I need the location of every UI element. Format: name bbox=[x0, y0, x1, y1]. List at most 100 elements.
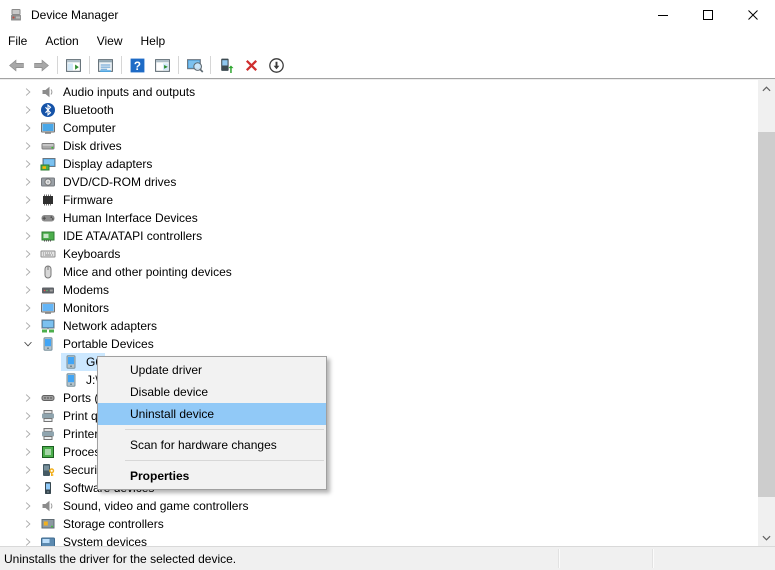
chevron-right-icon[interactable] bbox=[23, 192, 33, 208]
tree-item-content[interactable]: Portable Devices bbox=[38, 335, 157, 353]
tree-item-display-adapters[interactable]: Display adapters bbox=[0, 155, 775, 173]
tree-item-content[interactable]: Mice and other pointing devices bbox=[38, 263, 235, 281]
tree-item-content[interactable]: Storage controllers bbox=[38, 515, 167, 533]
scan-hardware-button[interactable] bbox=[182, 54, 207, 77]
tree-item-content[interactable]: Firmware bbox=[38, 191, 116, 209]
forward-button[interactable] bbox=[29, 54, 54, 77]
chevron-right-icon[interactable] bbox=[23, 480, 33, 496]
tree-item-human-interface-devices[interactable]: Human Interface Devices bbox=[0, 209, 775, 227]
chevron-right-icon[interactable] bbox=[23, 246, 33, 262]
context-menu-item-scan-for-hardware-changes[interactable]: Scan for hardware changes bbox=[98, 434, 326, 456]
tree-item-network-adapters[interactable]: Network adapters bbox=[0, 317, 775, 335]
scrollbar-down-button[interactable] bbox=[758, 529, 775, 546]
keyboard-icon bbox=[40, 246, 56, 262]
context-menu-item-update-driver[interactable]: Update driver bbox=[98, 359, 326, 381]
tree-item-content[interactable]: Ports ( bbox=[38, 389, 101, 407]
action-pane-button[interactable] bbox=[150, 54, 175, 77]
menu-help[interactable]: Help bbox=[132, 31, 175, 51]
chevron-right-icon[interactable] bbox=[23, 426, 33, 442]
tree-item-content[interactable]: Audio inputs and outputs bbox=[38, 83, 198, 101]
chevron-right-icon[interactable] bbox=[23, 444, 33, 460]
chevron-slot-empty bbox=[46, 372, 56, 388]
chevron-right-icon[interactable] bbox=[23, 318, 33, 334]
chevron-right-icon[interactable] bbox=[23, 498, 33, 514]
chevron-right-icon[interactable] bbox=[23, 102, 33, 118]
tree-item-sound-video-and-game-controllers[interactable]: Sound, video and game controllers bbox=[0, 497, 775, 515]
tree-item-content[interactable]: Printer bbox=[38, 425, 101, 443]
chevron-right-icon[interactable] bbox=[23, 174, 33, 190]
tree-item-content[interactable]: Modems bbox=[38, 281, 112, 299]
tree-item-mice-and-other-pointing-devices[interactable]: Mice and other pointing devices bbox=[0, 263, 775, 281]
tree-item-storage-controllers[interactable]: Storage controllers bbox=[0, 515, 775, 533]
update-driver-button[interactable] bbox=[214, 54, 239, 77]
chevron-down-icon[interactable] bbox=[23, 336, 33, 352]
tree-item-content[interactable]: Securit bbox=[38, 461, 103, 479]
tree-item-content[interactable]: Monitors bbox=[38, 299, 112, 317]
tree-item-content[interactable]: Print q bbox=[38, 407, 101, 425]
tree-item-content[interactable]: Bluetooth bbox=[38, 101, 117, 119]
disable-device-button[interactable] bbox=[264, 54, 289, 77]
tree-item-monitors[interactable]: Monitors bbox=[0, 299, 775, 317]
chevron-right-icon[interactable] bbox=[23, 120, 33, 136]
properties-button[interactable] bbox=[93, 54, 118, 77]
tree-item-disk-drives[interactable]: Disk drives bbox=[0, 137, 775, 155]
tree-item-ide-ata-atapi-controllers[interactable]: IDE ATA/ATAPI controllers bbox=[0, 227, 775, 245]
chevron-right-icon[interactable] bbox=[23, 84, 33, 100]
minimize-button[interactable] bbox=[640, 0, 685, 30]
tree-item-content[interactable]: Disk drives bbox=[38, 137, 125, 155]
close-button[interactable] bbox=[730, 0, 775, 30]
back-button[interactable] bbox=[4, 54, 29, 77]
tree-item-firmware[interactable]: Firmware bbox=[0, 191, 775, 209]
tree-item-bluetooth[interactable]: Bluetooth bbox=[0, 101, 775, 119]
help-button[interactable]: ? bbox=[125, 54, 150, 77]
show-console-tree-button[interactable] bbox=[61, 54, 86, 77]
tree-item-dvd-cd-rom-drives[interactable]: DVD/CD-ROM drives bbox=[0, 173, 775, 191]
tree-item-audio-inputs-and-outputs[interactable]: Audio inputs and outputs bbox=[0, 83, 775, 101]
scrollbar-thumb[interactable] bbox=[758, 132, 775, 497]
tree-item-content[interactable]: Keyboards bbox=[38, 245, 123, 263]
chevron-right-icon[interactable] bbox=[23, 228, 33, 244]
chevron-right-icon[interactable] bbox=[23, 300, 33, 316]
tree-item-portable-devices[interactable]: Portable Devices bbox=[0, 335, 775, 353]
tree-item-label: Sound, video and game controllers bbox=[63, 497, 248, 515]
tree-item-content[interactable]: System devices bbox=[38, 533, 150, 546]
tree-item-system-devices[interactable]: System devices bbox=[0, 533, 775, 546]
chevron-right-icon[interactable] bbox=[23, 264, 33, 280]
tree-item-content[interactable]: Proces bbox=[38, 443, 103, 461]
tree-item-content[interactable]: J:\ bbox=[61, 371, 102, 389]
chevron-right-icon[interactable] bbox=[23, 282, 33, 298]
chevron-right-icon[interactable] bbox=[23, 534, 33, 546]
menu-file[interactable]: File bbox=[0, 31, 36, 51]
tree-item-content[interactable]: Display adapters bbox=[38, 155, 155, 173]
chevron-right-icon[interactable] bbox=[23, 516, 33, 532]
tree-item-content[interactable]: Computer bbox=[38, 119, 119, 137]
chevron-right-icon[interactable] bbox=[23, 156, 33, 172]
scrollbar-up-button[interactable] bbox=[758, 80, 775, 97]
tree-item-content[interactable]: Human Interface Devices bbox=[38, 209, 201, 227]
tree-item-content[interactable]: Network adapters bbox=[38, 317, 160, 335]
menu-action[interactable]: Action bbox=[36, 31, 87, 51]
chevron-right-icon[interactable] bbox=[23, 138, 33, 154]
uninstall-device-button[interactable] bbox=[239, 54, 264, 77]
chevron-right-icon[interactable] bbox=[23, 408, 33, 424]
context-menu-item-uninstall-device[interactable]: Uninstall device bbox=[98, 403, 326, 425]
printer-icon bbox=[40, 426, 56, 442]
tree-item-content[interactable]: Sound, video and game controllers bbox=[38, 497, 251, 515]
scrollbar-track[interactable] bbox=[758, 80, 775, 546]
menubar: FileActionViewHelp bbox=[0, 30, 775, 52]
action-pane-icon bbox=[154, 57, 171, 74]
tree-item-modems[interactable]: Modems bbox=[0, 281, 775, 299]
context-menu-item-disable-device[interactable]: Disable device bbox=[98, 381, 326, 403]
tree-item-label: Securit bbox=[63, 461, 100, 479]
tree-item-content[interactable]: DVD/CD-ROM drives bbox=[38, 173, 179, 191]
context-menu-item-properties[interactable]: Properties bbox=[98, 465, 326, 487]
maximize-button[interactable] bbox=[685, 0, 730, 30]
tree-item-computer[interactable]: Computer bbox=[0, 119, 775, 137]
toolbar-separator bbox=[178, 56, 179, 74]
chevron-right-icon[interactable] bbox=[23, 462, 33, 478]
chevron-right-icon[interactable] bbox=[23, 210, 33, 226]
tree-item-keyboards[interactable]: Keyboards bbox=[0, 245, 775, 263]
menu-view[interactable]: View bbox=[88, 31, 132, 51]
chevron-right-icon[interactable] bbox=[23, 390, 33, 406]
tree-item-content[interactable]: IDE ATA/ATAPI controllers bbox=[38, 227, 205, 245]
